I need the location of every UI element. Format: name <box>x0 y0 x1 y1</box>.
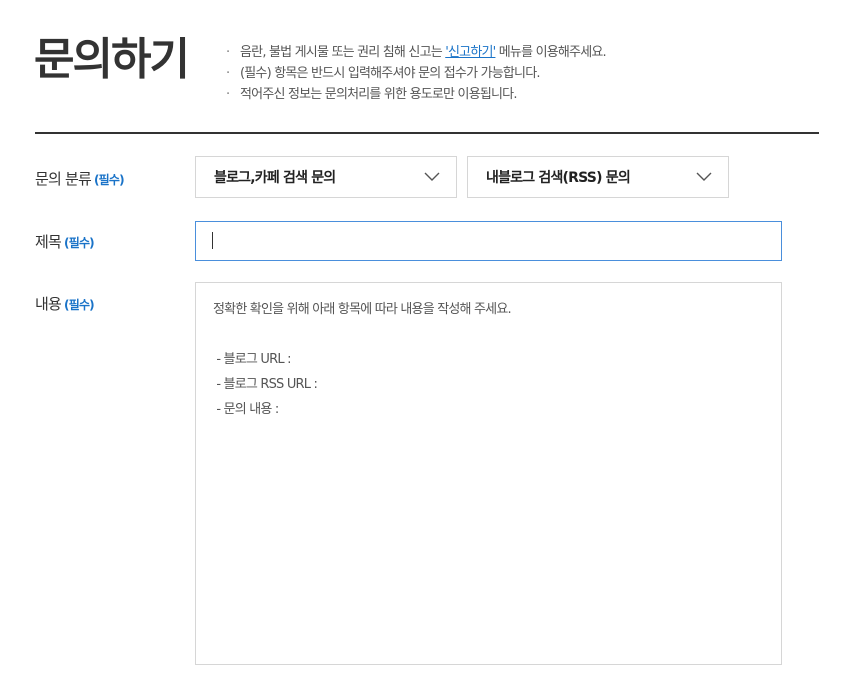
notice-list: · 음란, 불법 게시물 또는 권리 침해 신고는 '신고하기' 메뉴를 이용해주… <box>226 42 607 105</box>
content-line: - 블로그 RSS URL : <box>213 377 318 392</box>
content-textarea[interactable]: 정확한 확인을 위해 아래 항목에 따라 내용을 작성해 주세요. - 블로그 … <box>195 282 782 665</box>
chevron-down-icon <box>696 172 712 181</box>
category-select-primary-value: 블로그,카페 검색 문의 <box>214 170 336 186</box>
notice-item: · 적어주신 정보는 문의처리를 위한 용도로만 이용됩니다. <box>226 84 606 105</box>
notice-text: (필수) 항목은 반드시 입력해주셔야 문의 접수가 가능합니다. <box>240 66 541 81</box>
notice-item: · (필수) 항목은 반드시 입력해주셔야 문의 접수가 가능합니다. <box>226 63 606 84</box>
bullet-icon: · <box>226 45 230 60</box>
notice-item: · 음란, 불법 게시물 또는 권리 침해 신고는 '신고하기' 메뉴를 이용해주… <box>226 42 607 63</box>
subject-label-text: 제목 <box>35 233 62 251</box>
category-select-secondary[interactable]: 내블로그 검색(RSS) 문의 <box>467 156 729 198</box>
required-mark: (필수) <box>93 173 125 187</box>
page-title: 문의하기 <box>34 34 190 85</box>
bullet-icon: · <box>226 87 230 102</box>
text-caret <box>212 232 213 249</box>
notice-text: 음란, 불법 게시물 또는 권리 침해 신고는 <box>240 45 446 60</box>
category-label: 문의 분류 (필수) <box>35 168 125 189</box>
subject-label: 제목 (필수) <box>35 231 95 252</box>
content-line <box>213 322 764 347</box>
category-select-primary[interactable]: 블로그,카페 검색 문의 <box>195 156 457 198</box>
subject-input[interactable] <box>195 221 782 261</box>
report-link[interactable]: '신고하기' <box>445 45 496 60</box>
required-mark: (필수) <box>64 298 95 312</box>
content-line: 정확한 확인을 위해 아래 항목에 따라 내용을 작성해 주세요. <box>213 302 512 317</box>
content-line: - 문의 내용 : <box>213 402 279 417</box>
required-mark: (필수) <box>64 236 95 250</box>
content-line: - 블로그 URL : <box>213 352 291 367</box>
content-label: 내용 (필수) <box>35 293 95 314</box>
chevron-down-icon <box>424 172 440 181</box>
notice-text: 메뉴를 이용해주세요. <box>495 45 607 60</box>
header-divider <box>35 132 819 134</box>
category-select-secondary-value: 내블로그 검색(RSS) 문의 <box>486 170 631 186</box>
content-label-text: 내용 <box>35 295 62 313</box>
category-label-text: 문의 분류 <box>35 170 92 188</box>
bullet-icon: · <box>226 66 230 81</box>
notice-text: 적어주신 정보는 문의처리를 위한 용도로만 이용됩니다. <box>240 87 517 102</box>
